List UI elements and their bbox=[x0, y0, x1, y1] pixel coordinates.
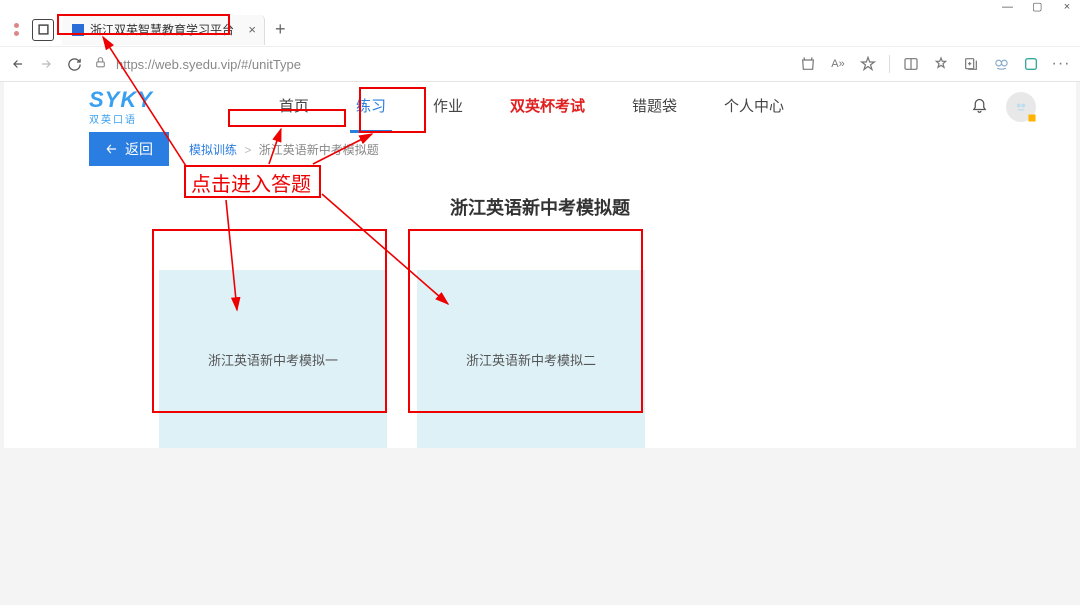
exercise-card[interactable]: 浙江英语新中考模拟二 bbox=[417, 270, 645, 448]
menu-homework[interactable]: 作业 bbox=[427, 81, 469, 133]
menu-home[interactable]: 首页 bbox=[273, 81, 315, 133]
window-maximize[interactable]: ▢ bbox=[1032, 0, 1042, 13]
extension-icon-2[interactable] bbox=[1022, 56, 1040, 72]
window-close[interactable]: × bbox=[1062, 1, 1072, 13]
breadcrumb-sep: > bbox=[244, 143, 251, 157]
favorites-bar-icon[interactable] bbox=[932, 56, 950, 72]
collections-icon[interactable] bbox=[962, 56, 980, 72]
read-aloud-icon[interactable]: A» bbox=[829, 58, 847, 70]
lock-icon bbox=[94, 56, 108, 72]
card-grid: 浙江英语新中考模拟一 浙江英语新中考模拟二 bbox=[4, 270, 1076, 448]
card-label: 浙江英语新中考模拟二 bbox=[466, 350, 596, 369]
extension-icon-1[interactable] bbox=[992, 56, 1010, 73]
window-minimize[interactable]: — bbox=[1002, 1, 1012, 13]
back-button[interactable]: 返回 bbox=[89, 132, 169, 166]
nav-refresh-button[interactable] bbox=[66, 57, 82, 72]
shopping-icon[interactable] bbox=[799, 56, 817, 72]
split-screen-icon[interactable] bbox=[902, 56, 920, 72]
back-label: 返回 bbox=[125, 139, 153, 159]
browser-menu-icon[interactable] bbox=[8, 16, 24, 44]
breadcrumb-current: 浙江英语新中考模拟题 bbox=[259, 143, 379, 157]
new-tab-button[interactable]: + bbox=[275, 19, 286, 40]
main-menu: 首页 练习 作业 双英杯考试 错题袋 个人中心 bbox=[273, 81, 790, 133]
browser-tab[interactable]: 浙江双英智慧教育学习平台 × bbox=[62, 15, 265, 45]
favicon bbox=[72, 24, 84, 36]
favorite-icon[interactable] bbox=[859, 56, 877, 72]
breadcrumb: 模拟训练 > 浙江英语新中考模拟题 bbox=[189, 141, 379, 158]
logo-subtext: 双英口语 bbox=[89, 111, 153, 126]
logo[interactable]: SYKY 双英口语 bbox=[89, 89, 153, 126]
close-tab-icon[interactable]: × bbox=[248, 22, 256, 37]
menu-practice[interactable]: 练习 bbox=[350, 81, 392, 133]
menu-exam[interactable]: 双英杯考试 bbox=[504, 81, 591, 133]
separator bbox=[889, 55, 890, 73]
more-icon[interactable]: ··· bbox=[1052, 55, 1070, 73]
logo-text: SYKY bbox=[89, 89, 153, 111]
menu-profile[interactable]: 个人中心 bbox=[718, 81, 790, 133]
user-avatar[interactable] bbox=[1006, 92, 1036, 122]
site-header: SYKY 双英口语 首页 练习 作业 双英杯考试 错题袋 个人中心 bbox=[4, 82, 1076, 132]
breadcrumb-link[interactable]: 模拟训练 bbox=[189, 143, 237, 157]
nav-forward-button[interactable] bbox=[38, 57, 54, 71]
notifications-icon[interactable] bbox=[971, 96, 988, 118]
exercise-card[interactable]: 浙江英语新中考模拟一 bbox=[159, 270, 387, 448]
tab-title: 浙江双英智慧教育学习平台 bbox=[90, 21, 234, 38]
tabs-overview-button[interactable] bbox=[32, 19, 54, 41]
card-label: 浙江英语新中考模拟一 bbox=[208, 350, 338, 369]
menu-wrongs[interactable]: 错题袋 bbox=[626, 81, 683, 133]
url-text[interactable]: https://web.syedu.vip/#/unitType bbox=[116, 57, 301, 72]
nav-back-button[interactable] bbox=[10, 57, 26, 71]
page-title: 浙江英语新中考模拟题 bbox=[4, 194, 1076, 220]
